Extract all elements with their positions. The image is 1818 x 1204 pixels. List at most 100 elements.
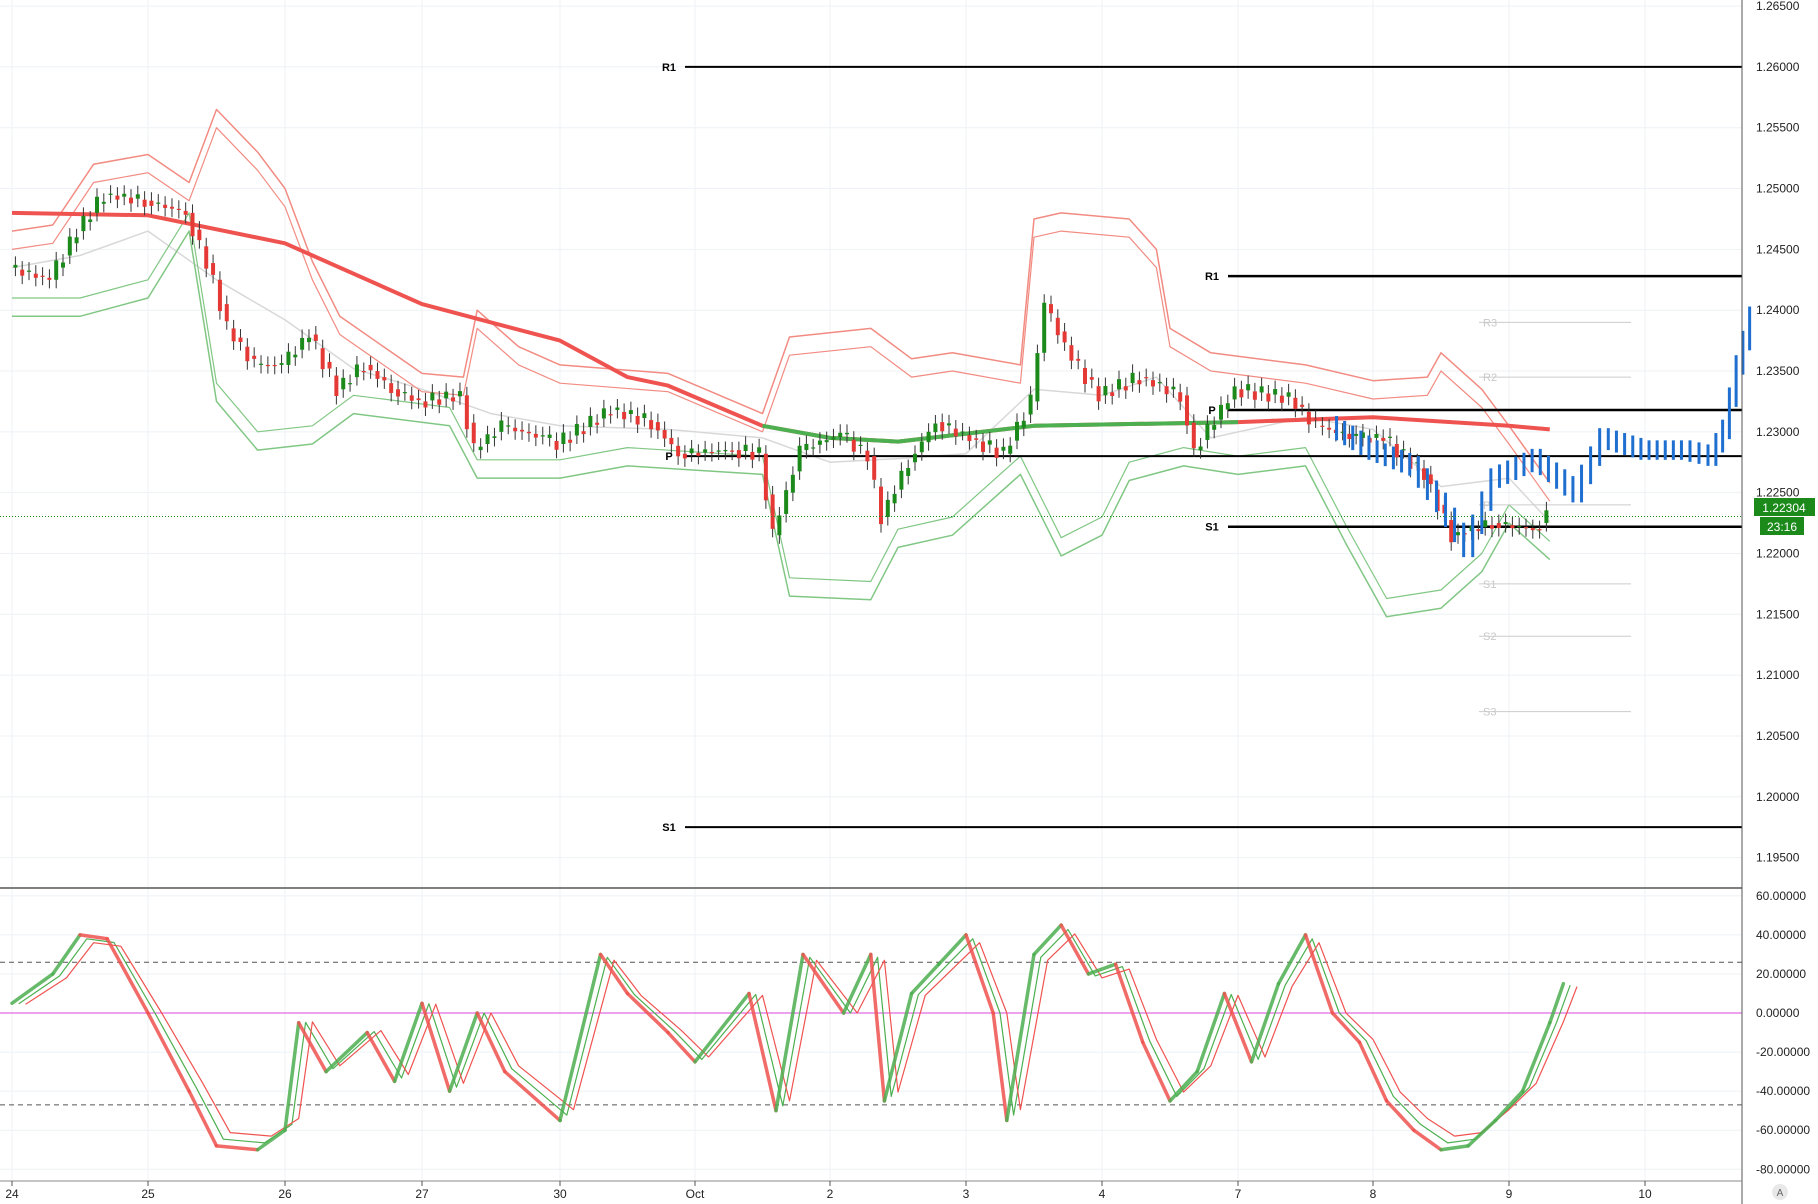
candle-bear (375, 371, 380, 379)
time-tick-label: 25 (141, 1187, 155, 1201)
candle-bear (382, 377, 387, 381)
forecast-bar (1706, 444, 1710, 466)
candle-bull (1001, 446, 1006, 451)
candle-bear (1524, 527, 1528, 529)
candle-bear (879, 486, 883, 525)
candle-bull (574, 423, 579, 436)
candle-bull (831, 437, 836, 440)
candle-bull (601, 408, 606, 419)
candle-bear (865, 450, 870, 462)
auto-scale-button[interactable]: A (1772, 1184, 1788, 1200)
candle-bear (1123, 386, 1128, 391)
price-tick-label: 1.26500 (1756, 0, 1800, 13)
forecast-bar (1589, 446, 1593, 485)
candle-bull (987, 440, 992, 445)
candle-bear (1055, 317, 1060, 336)
candle-bear (1178, 392, 1183, 402)
candle-bear (1293, 397, 1298, 409)
price-tick-label: 1.19500 (1756, 851, 1800, 865)
candle-bear (1266, 393, 1271, 402)
candle-bull (784, 490, 789, 514)
forecast-bar (1359, 430, 1363, 455)
candle-bull (933, 423, 938, 433)
candle-bear (682, 453, 687, 459)
candle-bear (974, 438, 979, 440)
candle-bull (811, 447, 816, 449)
candle-bear (967, 435, 972, 442)
forecast-bar (1697, 442, 1701, 464)
candle-bull (101, 201, 106, 204)
candle-bear (526, 431, 531, 434)
candle-bear (770, 494, 775, 529)
candle-bull (300, 337, 305, 350)
candle-bull (1388, 436, 1392, 438)
candle-bear (423, 401, 428, 408)
time-tick-label: 3 (963, 1187, 970, 1201)
candle-bull (286, 351, 291, 365)
forecast-bar (1434, 480, 1438, 513)
candle-bear (940, 422, 945, 432)
candle-bull (858, 444, 863, 447)
time-tick-label: 2 (827, 1187, 834, 1201)
candle-bull (926, 431, 931, 443)
candle-bull (1130, 372, 1135, 384)
price-tick-label: 1.24500 (1756, 242, 1800, 256)
candle-bull (947, 423, 951, 426)
osc-tick-label: -20.00000 (1756, 1045, 1810, 1059)
forecast-bar (1623, 433, 1627, 455)
candle-bull (122, 193, 127, 197)
candle-bear (953, 428, 958, 437)
candle-bull (492, 436, 497, 438)
candle-bear (763, 453, 768, 501)
candle-bull (689, 448, 694, 454)
candle-bull (1028, 394, 1033, 415)
osc-tick-label: -80.00000 (1756, 1162, 1810, 1176)
candle-bear (396, 389, 401, 397)
candle-bear (1394, 444, 1399, 458)
price-axis[interactable]: 1.26500 1.26000 1.25500 1.25000 1.24500 1.240… (1756, 0, 1800, 865)
candle-bear (33, 273, 38, 278)
forecast-bar (1408, 453, 1412, 476)
candle-bull (1157, 382, 1162, 384)
candle-bear (238, 337, 243, 343)
forecast-bar (1391, 446, 1395, 470)
candle-bear (1449, 520, 1454, 543)
forecast-bar (1489, 468, 1493, 511)
time-tick-label: 7 (1235, 1187, 1242, 1201)
candle-bear (1062, 331, 1067, 343)
faint-pivot-label: S1 (1483, 579, 1496, 591)
candle-bull (402, 392, 407, 394)
osc-tick-label: 0.00000 (1756, 1006, 1800, 1020)
candle-bull (899, 470, 904, 490)
forecast-bar (1655, 440, 1659, 460)
candle-bear (1069, 345, 1074, 361)
candle-bear (669, 437, 674, 445)
forecast-bar (1425, 468, 1429, 500)
candle-bull (777, 515, 782, 536)
candle-bull (74, 237, 79, 244)
candle-bull (1273, 389, 1278, 395)
forecast-bar (1514, 456, 1518, 481)
time-tick-label: 24 (5, 1187, 19, 1201)
candle-bear (872, 456, 877, 480)
forecast-bar (1522, 452, 1526, 477)
forecast-bar (1555, 462, 1559, 489)
candle-bear (334, 375, 339, 397)
candle-bull (540, 435, 545, 437)
forecast-bar (1663, 440, 1667, 460)
candle-bull (348, 383, 353, 385)
candle-bull (919, 441, 924, 453)
candle-bear (183, 210, 188, 215)
trading-chart[interactable]: R1 S1 P R1 P S1 R3 R2 P S1 S2 S3 1.26500 1.26000 1.25… (0, 0, 1818, 1204)
candle-bear (409, 395, 414, 401)
candle-bull (341, 377, 346, 390)
candle-bull (1259, 386, 1264, 393)
candle-bull (1225, 403, 1230, 410)
candle-bear (581, 431, 586, 435)
time-tick-label: 8 (1370, 1187, 1377, 1201)
forecast-bar (1614, 430, 1618, 453)
candle-bear (994, 447, 999, 458)
candle-bear (1185, 395, 1189, 426)
candle-bull (703, 449, 708, 453)
forecast-bar (1343, 420, 1347, 446)
